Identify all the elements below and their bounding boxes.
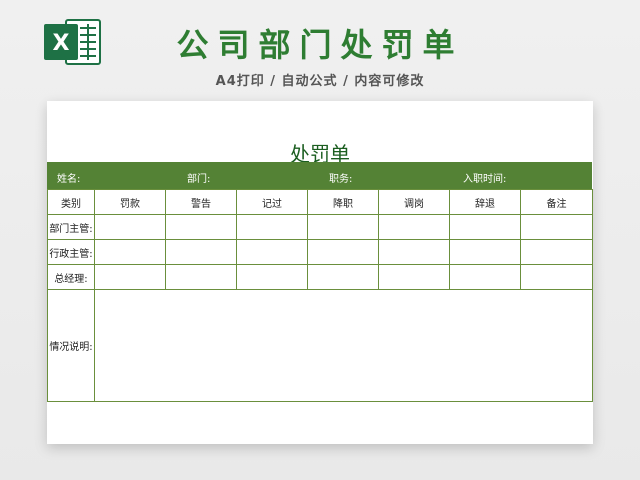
- header-warning: 警告: [165, 189, 237, 215]
- row-label-admin-manager: 行政主管:: [47, 239, 95, 265]
- row-label-dept-manager: 部门主管:: [47, 214, 95, 240]
- table-cell[interactable]: [94, 214, 166, 240]
- header-notes: 备注: [520, 189, 593, 215]
- table-cell[interactable]: [378, 264, 450, 290]
- description-cell[interactable]: [94, 289, 593, 402]
- dept-label: 部门:: [187, 174, 211, 185]
- excel-logo-letter: X: [53, 31, 70, 56]
- header-record: 记过: [236, 189, 308, 215]
- table-cell[interactable]: [378, 239, 450, 265]
- table-cell[interactable]: [307, 239, 379, 265]
- banner-title: 公司部门处罚单: [176, 26, 464, 64]
- table-cell[interactable]: [449, 214, 521, 240]
- position-label: 职务:: [329, 174, 353, 185]
- header-category: 类别: [47, 189, 95, 215]
- table-cell[interactable]: [94, 239, 166, 265]
- info-bar: 姓名: 部门: 职务: 入职时间:: [47, 162, 592, 189]
- table-cell[interactable]: [520, 264, 593, 290]
- description-row: 情况说明:: [47, 289, 593, 402]
- table-cell[interactable]: [520, 239, 593, 265]
- header-fine: 罚款: [94, 189, 166, 215]
- table-cell[interactable]: [449, 239, 521, 265]
- form-sheet: 处罚单 姓名: 部门: 职务: 入职时间: 类别 罚款 警告 记过 降职 调岗 …: [47, 101, 593, 444]
- table-cell[interactable]: [307, 214, 379, 240]
- table-row: 总经理:: [47, 264, 593, 290]
- table-cell[interactable]: [307, 264, 379, 290]
- table-cell[interactable]: [520, 214, 593, 240]
- banner-subtitle: A4打印 / 自动公式 / 内容可修改: [215, 74, 425, 89]
- table-cell[interactable]: [94, 264, 166, 290]
- table-cell[interactable]: [449, 264, 521, 290]
- header-row: 类别 罚款 警告 记过 降职 调岗 辞退 备注: [47, 189, 593, 215]
- row-label-description: 情况说明:: [47, 289, 95, 402]
- excel-icon: X: [44, 19, 101, 65]
- table-cell[interactable]: [236, 264, 308, 290]
- banner: X 公司部门处罚单 A4打印 / 自动公式 / 内容可修改: [0, 0, 640, 100]
- penalty-table: 类别 罚款 警告 记过 降职 调岗 辞退 备注 部门主管: 行政主管: 总经理:: [47, 189, 593, 402]
- table-cell[interactable]: [165, 239, 237, 265]
- table-cell[interactable]: [165, 214, 237, 240]
- header-demotion: 降职: [307, 189, 379, 215]
- name-label: 姓名:: [57, 174, 81, 185]
- row-label-general-manager: 总经理:: [47, 264, 95, 290]
- header-dismissal: 辞退: [449, 189, 521, 215]
- header-transfer: 调岗: [378, 189, 450, 215]
- table-row: 部门主管:: [47, 214, 593, 240]
- table-row: 行政主管:: [47, 239, 593, 265]
- table-cell[interactable]: [165, 264, 237, 290]
- join-date-label: 入职时间:: [463, 174, 507, 185]
- table-cell[interactable]: [236, 214, 308, 240]
- table-cell[interactable]: [378, 214, 450, 240]
- table-cell[interactable]: [236, 239, 308, 265]
